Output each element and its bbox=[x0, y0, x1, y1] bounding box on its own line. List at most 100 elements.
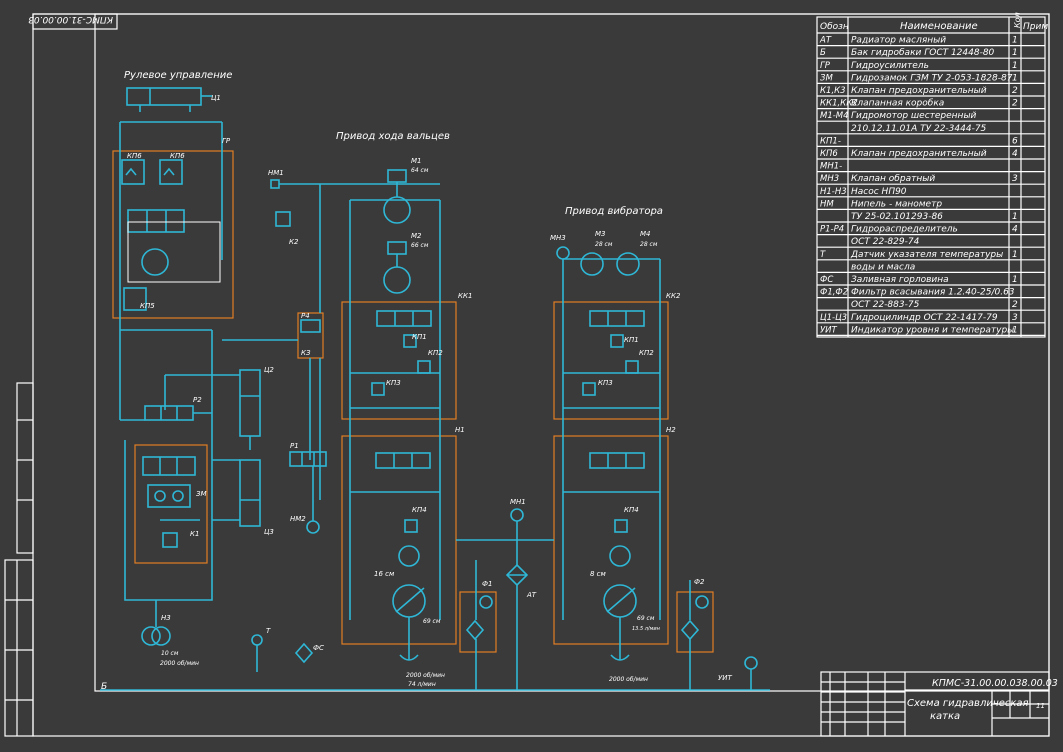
spec-row-name: Гидроусилитель bbox=[851, 61, 929, 71]
label-m2sub: 66 см bbox=[411, 242, 429, 249]
label-h1flow2: 74 л/мин bbox=[408, 681, 436, 688]
spec-row-name: Индикатор уровня и температуры bbox=[851, 325, 1014, 335]
label-kk1: КК1 bbox=[458, 292, 472, 300]
spec-row-qty: 1 bbox=[1012, 275, 1018, 285]
label-h2size: 8 см bbox=[590, 570, 607, 578]
label-h1sub: 69 см bbox=[423, 618, 441, 625]
label-h2: Н2 bbox=[666, 426, 676, 434]
spec-row-qty: 1 bbox=[1012, 250, 1018, 260]
label-h2flow: 2000 об/мин bbox=[609, 676, 648, 683]
label-kp1b: КП1 bbox=[624, 336, 639, 344]
heading-rollers: Привод хода вальцев bbox=[336, 131, 450, 142]
spec-row-code: МН3 bbox=[820, 174, 839, 184]
spec-row-name: Нипель - манометр bbox=[851, 199, 942, 209]
spec-row-name: Гидрораспределитель bbox=[851, 225, 958, 235]
spec-row-qty: 3 bbox=[1012, 313, 1018, 323]
label-nm2: НМ2 bbox=[290, 515, 306, 523]
label-c1: Ц1 bbox=[211, 94, 221, 102]
label-p1: Р1 bbox=[290, 442, 299, 450]
label-kp3a: КП3 bbox=[386, 379, 401, 387]
spec-row-qty: 2 bbox=[1012, 99, 1018, 109]
label-h3: Н3 bbox=[161, 614, 171, 622]
drawing-canvas: КПМС-31.00.00.03 Б Обозн Наименование Ко… bbox=[0, 0, 1063, 752]
spec-row-qty: 4 bbox=[1012, 149, 1018, 159]
spec-row-code: КП6 bbox=[820, 149, 838, 159]
spec-row-name: Насос НП90 bbox=[851, 187, 907, 197]
label-m1sub: 64 см bbox=[411, 167, 429, 174]
spec-row-name: Клапан обратный bbox=[851, 174, 935, 184]
label-uit: УИТ bbox=[718, 674, 733, 682]
spec-row-code: М1-М4 bbox=[820, 111, 849, 121]
label-f2: Ф2 bbox=[694, 578, 705, 586]
label-kp4a: КП4 bbox=[412, 506, 427, 514]
label-k1: К1 bbox=[190, 530, 199, 538]
label-kp1a: КП1 bbox=[412, 333, 427, 341]
spec-row-qty: 1 bbox=[1012, 36, 1018, 46]
label-kk2: КК2 bbox=[666, 292, 681, 300]
label-gr: ГР bbox=[222, 137, 231, 145]
label-m1: М1 bbox=[411, 157, 422, 165]
label-kp3b: КП3 bbox=[598, 379, 613, 387]
spec-row-qty: 2 bbox=[1012, 300, 1018, 310]
spec-row-code: ГР bbox=[820, 61, 831, 71]
spec-row-code: К1,К3 bbox=[820, 86, 846, 96]
label-t: Т bbox=[266, 627, 271, 635]
label-kp2b: КП2 bbox=[639, 349, 654, 357]
label-p4: Р4 bbox=[301, 312, 310, 320]
label-fs: ФС bbox=[313, 644, 324, 652]
label-m4sub: 28 см bbox=[640, 241, 658, 248]
spec-row-code: АТ bbox=[819, 36, 832, 46]
spec-row-qty: 1 bbox=[1012, 61, 1018, 71]
heading-vibrator: Привод вибратора bbox=[565, 205, 663, 217]
label-f1: Ф1 bbox=[482, 580, 492, 588]
corner-stamp-text: КПМС-31.00.00.03 bbox=[28, 14, 113, 24]
spec-row-name: Фильтр всасывания 1.2.40-25/0.63 bbox=[851, 288, 1015, 298]
spec-row-code: КП1- bbox=[820, 136, 841, 146]
spec-row-code: Ф1,Ф2 bbox=[820, 288, 848, 298]
spec-row-qty: 6 bbox=[1012, 136, 1018, 146]
spec-row-qty: 1 bbox=[1012, 325, 1018, 335]
label-mn3: МН3 bbox=[550, 234, 566, 242]
label-kp6a: КП6 bbox=[127, 152, 142, 160]
label-m3: М3 bbox=[595, 230, 606, 238]
label-kp6b: КП6 bbox=[170, 152, 185, 160]
label-h3sub: 10 см bbox=[161, 650, 179, 657]
spec-row-qty: 1 bbox=[1012, 212, 1018, 222]
spec-row-code: Н1-Н3 bbox=[820, 187, 847, 197]
spec-row-code: УИТ bbox=[820, 325, 838, 335]
spec-row-name: ТУ 25-02.101293-86 bbox=[851, 212, 943, 222]
spec-col-qty: Кол bbox=[1013, 12, 1022, 28]
spec-row-name: Гидрозамок ГЗМ ТУ 2-053-1828-87 bbox=[851, 73, 1013, 83]
label-at: АТ bbox=[526, 591, 537, 599]
spec-row-code: ФС bbox=[820, 275, 833, 285]
spec-row-code: Т bbox=[820, 250, 826, 260]
spec-row-name: Заливная горловина bbox=[851, 275, 949, 285]
label-h2sub: 69 см bbox=[637, 615, 655, 622]
label-m4: М4 bbox=[640, 230, 651, 238]
label-zm: ЗМ bbox=[196, 490, 207, 498]
spec-row-code: МН1- bbox=[820, 162, 842, 172]
spec-row-name: Радиатор масляный bbox=[851, 36, 946, 46]
label-m2: М2 bbox=[411, 232, 422, 240]
label-h2sub2: 13.5 л/мин bbox=[632, 626, 661, 632]
spec-row-name: воды и масла bbox=[851, 262, 915, 272]
heading-steering: Рулевое управление bbox=[124, 70, 232, 81]
label-h1size: 16 см bbox=[374, 570, 395, 578]
spec-row-qty: 1 bbox=[1012, 48, 1018, 58]
stamp-sheet-count: 11 bbox=[1036, 702, 1045, 710]
spec-row-name: 210.12.11.01А ТУ 22-3444-75 bbox=[851, 124, 987, 134]
spec-row-qty: 3 bbox=[1012, 174, 1018, 184]
spec-row-qty: 4 bbox=[1012, 225, 1018, 235]
spec-col-code: Обозн bbox=[820, 22, 849, 32]
label-nm1: НМ1 bbox=[268, 169, 284, 177]
spec-row-code: Р1-Р4 bbox=[820, 225, 844, 235]
label-k2: К2 bbox=[289, 238, 299, 246]
stamp-title-line1: Схема гидравлическая bbox=[907, 698, 1029, 709]
spec-col-note: Прим bbox=[1023, 22, 1048, 32]
spec-row-qty: 2 bbox=[1012, 86, 1018, 96]
stamp-title-line2: катка bbox=[930, 711, 960, 722]
spec-row-name: Гидромотор шестеренный bbox=[851, 111, 977, 121]
label-p2: Р2 bbox=[193, 396, 202, 404]
label-c2: Ц2 bbox=[264, 366, 274, 374]
label-mn1: МН1 bbox=[510, 498, 526, 506]
